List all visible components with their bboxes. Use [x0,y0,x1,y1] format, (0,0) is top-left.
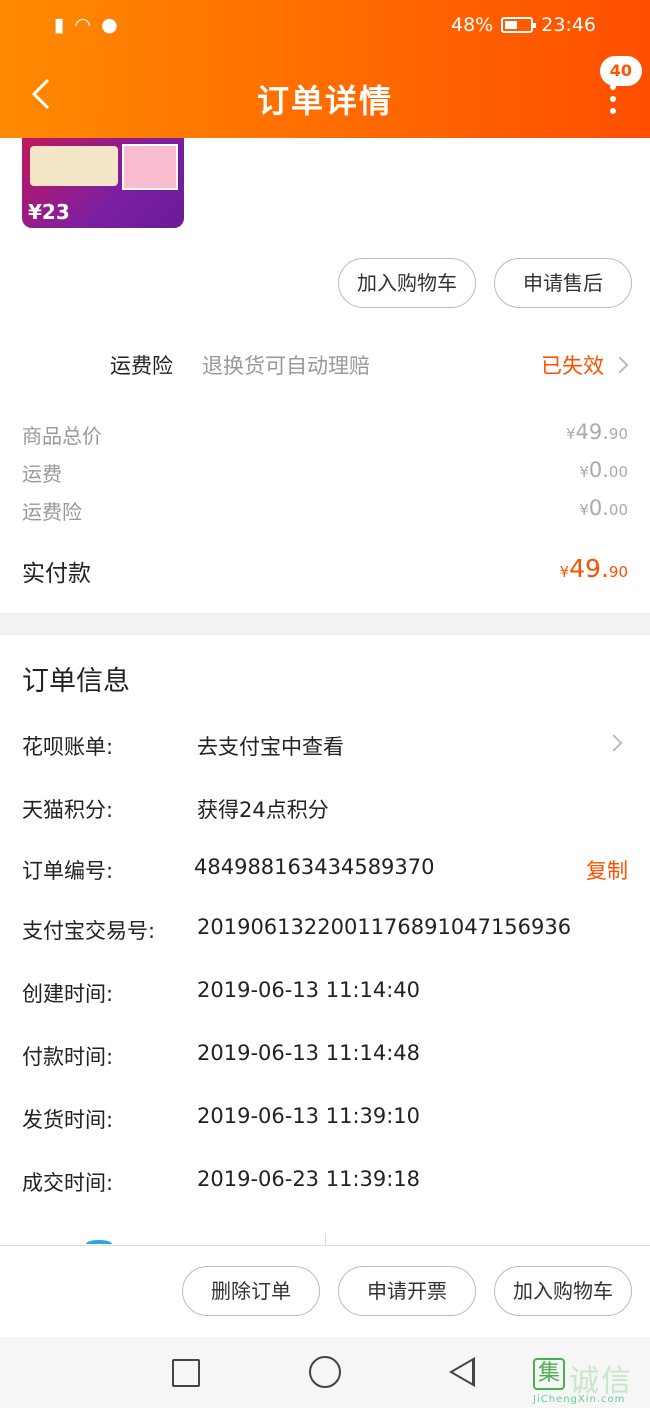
info-key: 成交时间: [22,1171,114,1195]
info-row-huabei[interactable]: 花呗账单: 去支付宝中查看 [22,731,628,765]
info-row-points: 天猫积分: 获得24点积分 [22,794,628,828]
watermark-logo: 集 [533,1358,565,1390]
watermark-sub: JiChengXin.com [533,1394,626,1405]
bottom-add-to-cart-button[interactable]: 加入购物车 [494,1266,632,1316]
price-decimal: 90 [608,563,628,581]
info-row-order-number: 订单编号: 484988163434589370 复制 [22,855,628,889]
info-row-shipped: 发货时间: 2019-06-13 11:39:10 [22,1104,628,1138]
copy-button[interactable]: 复制 [586,855,628,885]
info-row-created: 创建时间: 2019-06-13 11:14:40 [22,978,628,1012]
info-key: 天猫积分: [22,798,114,822]
price-integer: 49. [569,554,609,583]
order-info-title: 订单信息 [22,666,130,697]
product-thumbnail[interactable]: ¥23 [22,138,184,228]
info-value: 484988163434589370 [194,855,435,879]
shipping-insurance-row[interactable]: 运费险 退换货可自动理赔 已失效 [110,350,630,382]
battery-percent: 48% [451,14,494,36]
qq-icon: ● [101,14,118,36]
currency-symbol: ¥ [579,501,589,519]
price-value: ¥0.00 [579,458,628,482]
info-key: 花呗账单: [22,735,114,759]
system-back-button[interactable] [449,1357,475,1387]
partial-icon [86,1240,112,1248]
app-header: ▮ ◠ ● 48% 23:46 订单详情 40 [0,0,650,138]
info-value: 2019-06-13 11:14:48 [197,1041,421,1065]
info-row-completed: 成交时间: 2019-06-23 11:39:18 [22,1167,628,1201]
home-button[interactable] [309,1356,341,1388]
page-content: ¥23 加入购物车 申请售后 运费险 退换货可自动理赔 已失效 商品总价 ¥49… [0,138,650,1255]
price-integer: 0. [588,458,609,482]
status-bar: ▮ ◠ ● 48% 23:46 [0,10,650,42]
insurance-label: 运费险 [110,354,173,378]
info-key: 订单编号: [22,859,114,883]
price-row-subtotal: 商品总价 ¥49.90 [22,420,628,450]
info-key: 付款时间: [22,1045,114,1069]
paid-value: ¥49.90 [560,554,628,583]
status-icons-left: ▮ ◠ ● [54,14,118,36]
recent-apps-button[interactable] [172,1359,200,1387]
info-key: 创建时间: [22,982,114,1006]
add-to-cart-button[interactable]: 加入购物车 [338,258,476,308]
more-dot-icon [610,108,616,114]
currency-symbol: ¥ [559,563,570,581]
price-integer: 49. [575,420,609,444]
paid-label: 实付款 [22,561,91,587]
info-value: 2019-06-23 11:39:18 [197,1167,421,1191]
wifi-icon: ◠ [74,14,92,36]
price-decimal: 00 [608,501,628,519]
signal-icon: ▮ [54,14,65,36]
order-info-card: 订单信息 花呗账单: 去支付宝中查看 天猫积分: 获得24点积分 订单编号: 4… [0,635,650,1255]
nav-bar: 订单详情 [0,62,650,130]
info-key: 支付宝交易号: [22,919,156,943]
request-invoice-button[interactable]: 申请开票 [338,1266,476,1316]
info-key: 发货时间: [22,1108,114,1132]
thumb-price: ¥23 [28,200,70,224]
info-value: 2019061322001176891047156936 [197,915,572,939]
status-icons-right: 48% 23:46 [451,14,596,36]
currency-symbol: ¥ [579,463,589,481]
promo-image [122,144,178,190]
price-value: ¥49.90 [566,420,628,444]
chevron-right-icon [605,734,623,752]
info-value: 去支付宝中查看 [197,735,344,759]
clock: 23:46 [541,14,596,36]
after-sales-button[interactable]: 申请售后 [494,258,632,308]
price-row-insurance: 运费险 ¥0.00 [22,496,628,526]
info-value: 2019-06-13 11:14:40 [197,978,421,1002]
price-label: 运费险 [22,500,82,524]
divider [325,1234,326,1246]
info-value: 2019-06-13 11:39:10 [197,1104,421,1128]
delete-order-button[interactable]: 删除订单 [182,1266,320,1316]
chevron-right-icon [611,356,629,374]
info-value: 获得24点积分 [197,798,329,822]
insurance-desc: 退换货可自动理赔 [202,354,370,378]
bottom-action-bar: 删除订单 申请开票 加入购物车 [0,1234,650,1337]
more-menu-button[interactable] [606,84,620,114]
price-decimal: 00 [608,463,628,481]
insurance-status: 已失效 [541,354,604,378]
info-row-alipay-trade: 支付宝交易号: 2019061322001176891047156936 [22,915,628,949]
battery-icon [501,17,537,33]
product-package-image [30,146,118,186]
info-row-paid: 付款时间: 2019-06-13 11:14:48 [22,1041,628,1075]
more-dot-icon [610,96,616,102]
message-count-badge[interactable]: 40 [599,56,642,86]
price-label: 运费 [22,462,62,486]
paid-amount-row: 实付款 ¥49.90 [22,552,628,588]
price-integer: 0. [588,496,609,520]
price-row-shipping: 运费 ¥0.00 [22,458,628,488]
page-title: 订单详情 [256,82,393,120]
section-gap [0,613,650,635]
currency-symbol: ¥ [565,425,576,443]
price-label: 商品总价 [22,424,102,448]
order-summary-card: ¥23 加入购物车 申请售后 运费险 退换货可自动理赔 已失效 商品总价 ¥49… [0,138,650,613]
watermark: 集 诚信 JiChengXin.com [533,1358,645,1406]
battery-fill [505,21,518,29]
price-decimal: 90 [608,425,628,443]
price-value: ¥0.00 [579,496,628,520]
